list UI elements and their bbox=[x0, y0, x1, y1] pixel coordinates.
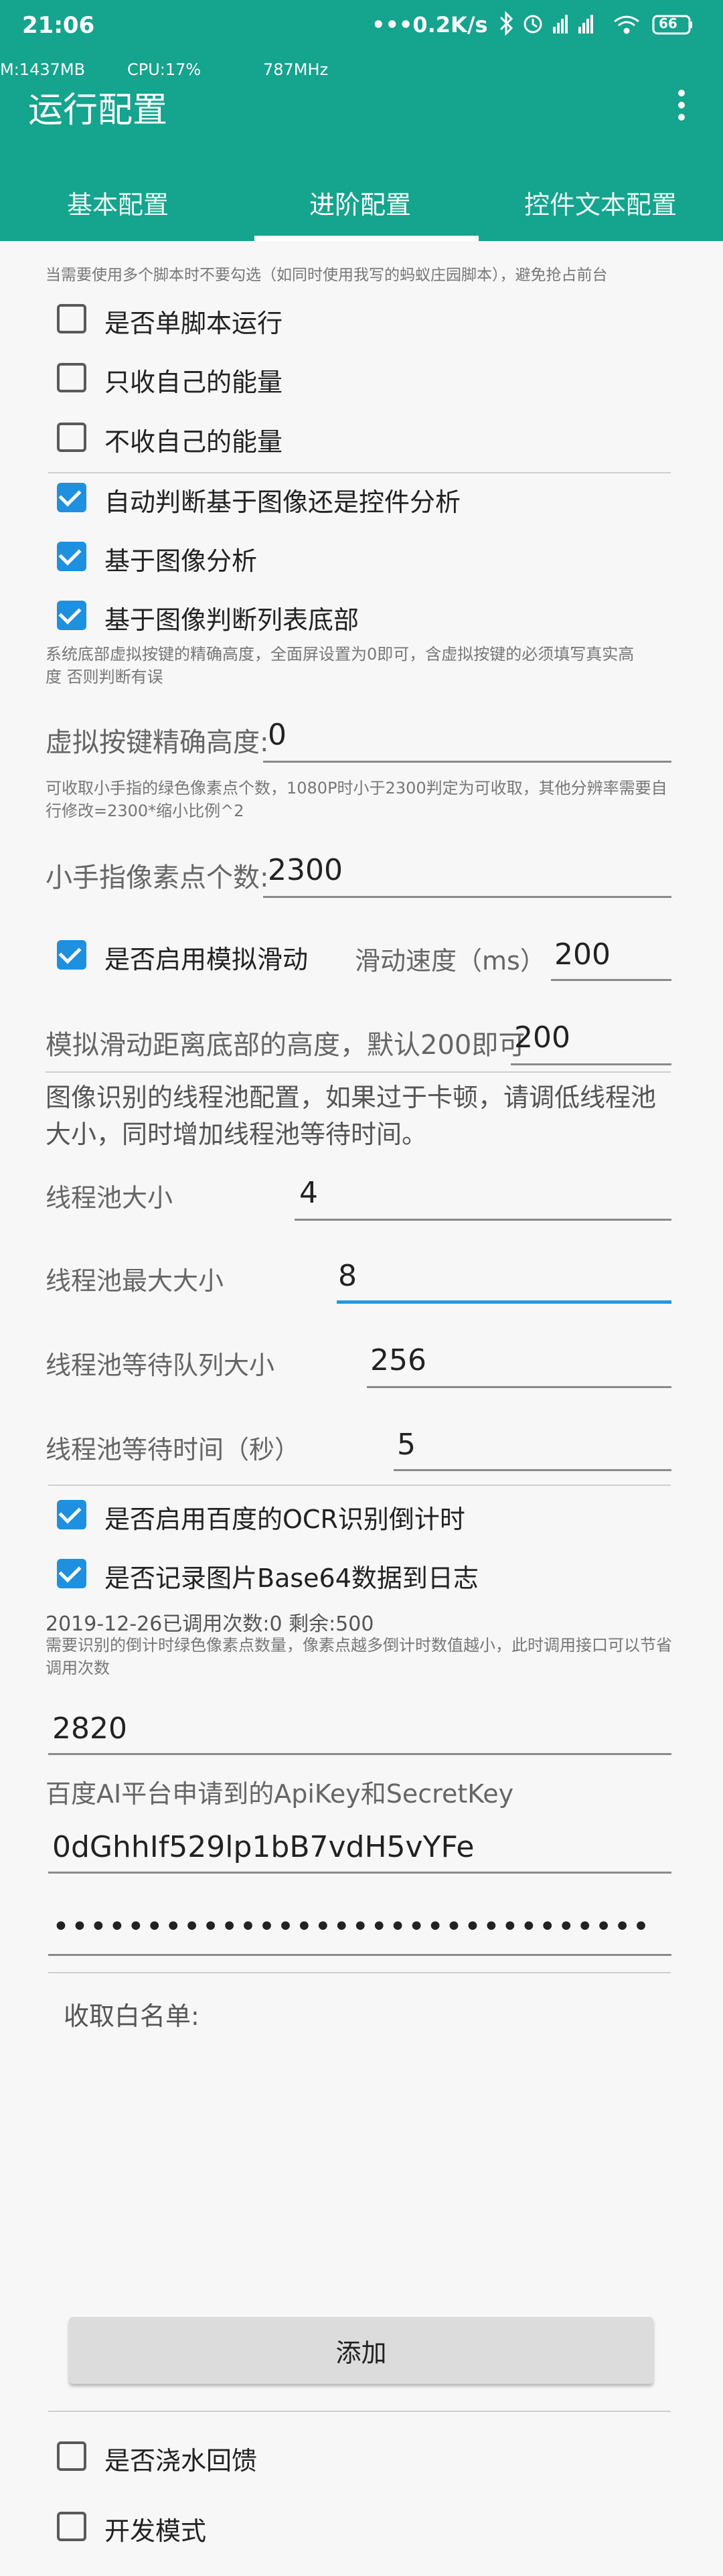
thread-pool-queue-input[interactable]: 256 bbox=[370, 1343, 426, 1377]
virtual-key-label: 虚拟按键精确高度: bbox=[46, 727, 269, 758]
finger-pixels-underline bbox=[263, 896, 671, 898]
checkbox-image-list-bottom[interactable]: 基于图像判断列表底部 bbox=[57, 597, 659, 637]
checkbox-log-base64[interactable]: 是否记录图片Base64数据到日志 bbox=[57, 1555, 659, 1595]
thread-pool-wait-label: 线程池等待时间（秒） bbox=[46, 1435, 301, 1464]
slide-speed-underline bbox=[551, 979, 671, 981]
signal-icon bbox=[578, 15, 593, 33]
checkbox-box[interactable] bbox=[57, 1500, 86, 1529]
checkbox-label: 是否记录图片Base64数据到日志 bbox=[104, 1564, 479, 1593]
thread-pool-size-input[interactable]: 4 bbox=[299, 1176, 318, 1210]
whitelist-label: 收取白名单: bbox=[64, 2001, 199, 2031]
tab-indicator bbox=[254, 236, 479, 241]
hint-countdown-pixels: 需要识别的倒计时绿色像素点数量，像素点越多倒计时数值越小，此时调用接口可以节省调… bbox=[46, 1636, 672, 1677]
thread-pool-size-label: 线程池大小 bbox=[46, 1183, 173, 1213]
tab-advanced-config[interactable]: 进阶配置 bbox=[309, 184, 411, 221]
thread-pool-queue-underline bbox=[367, 1386, 671, 1388]
thread-pool-queue-label: 线程池等待队列大小 bbox=[46, 1351, 275, 1380]
page-title: 运行配置 bbox=[28, 90, 168, 131]
checkbox-image-analysis[interactable]: 基于图像分析 bbox=[57, 538, 659, 578]
status-time: 21:06 bbox=[22, 12, 95, 39]
thread-pool-max-underline bbox=[337, 1300, 671, 1304]
checkbox-watering-feedback[interactable]: 是否浇水回馈 bbox=[57, 2437, 659, 2478]
thread-pool-wait-underline bbox=[394, 1469, 671, 1471]
alarm-icon bbox=[524, 15, 542, 33]
checkbox-label: 自动判断基于图像还是控件分析 bbox=[104, 487, 461, 517]
checkbox-label: 开发模式 bbox=[104, 2516, 207, 2546]
virtual-key-input[interactable]: 0 bbox=[268, 718, 287, 752]
checkbox-baidu-ocr[interactable]: 是否启用百度的OCR识别倒计时 bbox=[57, 1496, 659, 1536]
checkbox-box[interactable] bbox=[57, 483, 86, 512]
slide-speed-input[interactable]: 200 bbox=[554, 937, 611, 972]
checkbox-box[interactable] bbox=[57, 2441, 86, 2471]
checkbox-label: 是否启用模拟滑动 bbox=[104, 945, 309, 974]
debug-freq: 787MHz bbox=[263, 60, 329, 79]
thread-pool-max-label: 线程池最大大小 bbox=[46, 1266, 224, 1296]
checkbox-label: 不收自己的能量 bbox=[104, 427, 283, 457]
bluetooth-icon bbox=[499, 11, 513, 36]
battery-level: 66 bbox=[659, 15, 677, 31]
slide-bottom-underline bbox=[511, 1063, 671, 1065]
checkbox-box[interactable] bbox=[57, 363, 86, 392]
checkbox-single-script[interactable]: 是否单脚本运行 bbox=[57, 300, 659, 340]
api-key-underline bbox=[48, 1872, 671, 1874]
wifi-icon bbox=[614, 15, 639, 34]
checkbox-box[interactable] bbox=[57, 542, 86, 571]
checkbox-skip-own[interactable]: 不收自己的能量 bbox=[57, 419, 659, 459]
divider bbox=[46, 1071, 671, 1073]
checkbox-box[interactable] bbox=[57, 304, 86, 333]
slide-speed-label: 滑动速度（ms） bbox=[355, 946, 546, 976]
finger-pixels-label: 小手指像素点个数: bbox=[46, 862, 269, 893]
add-whitelist-button[interactable]: 添加 bbox=[69, 2317, 653, 2384]
hint-finger-pixels: 可收取小手指的绿色像素点个数，1080P时小于2300判定为可收取，其他分辨率需… bbox=[46, 779, 667, 820]
api-key-input[interactable]: 0dGhhIf529lp1bB7vdH5vYFe bbox=[52, 1830, 474, 1864]
secret-key-input[interactable]: •••••••••••••••••••••••••••••••• bbox=[52, 1910, 651, 1944]
debug-mem: M:1437MB bbox=[0, 60, 86, 79]
thread-pool-size-underline bbox=[295, 1219, 671, 1221]
checkbox-box[interactable] bbox=[57, 2512, 86, 2541]
checkbox-label: 是否启用百度的OCR识别倒计时 bbox=[104, 1505, 465, 1534]
network-speed: •••0.2K/s bbox=[372, 12, 488, 37]
finger-pixels-input[interactable]: 2300 bbox=[268, 853, 343, 887]
checkbox-label: 是否浇水回馈 bbox=[104, 2446, 258, 2476]
status-icons: 66 bbox=[495, 9, 696, 39]
divider bbox=[48, 1485, 671, 1486]
hint-virtual-key: 系统底部虚拟按键的精确高度，全面屏设置为0即可，含虚拟按键的必须填写真实高度 否… bbox=[46, 645, 635, 686]
checkbox-box[interactable] bbox=[57, 1559, 86, 1588]
checkbox-label: 基于图像判断列表底部 bbox=[104, 605, 359, 635]
slide-bottom-label: 模拟滑动距离底部的高度，默认200即可 bbox=[46, 1030, 526, 1061]
signal-hd-icon bbox=[553, 15, 568, 33]
checkbox-label: 是否单脚本运行 bbox=[104, 309, 283, 338]
checkbox-collect-own-only[interactable]: 只收自己的能量 bbox=[57, 359, 659, 399]
divider bbox=[48, 1972, 671, 1973]
tab-basic-config[interactable]: 基本配置 bbox=[67, 184, 169, 221]
more-vert-icon[interactable] bbox=[669, 87, 694, 125]
thread-pool-max-input[interactable]: 8 bbox=[338, 1259, 357, 1293]
app-header: 21:06 •••0.2K/s 66 M:1437MB CPU:17% 787M… bbox=[0, 0, 723, 241]
checkbox-dev-mode[interactable]: 开发模式 bbox=[57, 2508, 659, 2548]
ocr-usage-status: 2019-12-26已调用次数:0 剩余:500 bbox=[46, 1612, 374, 1636]
checkbox-label: 基于图像分析 bbox=[104, 546, 258, 576]
countdown-pixels-input[interactable]: 2820 bbox=[52, 1712, 127, 1746]
thread-pool-hint: 图像识别的线程池配置，如果过于卡顿，请调低线程池大小，同时增加线程池等待时间。 bbox=[46, 1083, 657, 1149]
secret-key-underline bbox=[48, 1954, 671, 1956]
virtual-key-underline bbox=[263, 761, 671, 763]
debug-cpu: CPU:17% bbox=[127, 60, 202, 79]
divider bbox=[48, 2411, 671, 2412]
hint-single-script: 当需要使用多个脚本时不要勾选（如同时使用我写的蚂蚁庄园脚本），避免抢占前台 bbox=[46, 267, 608, 284]
checkbox-box[interactable] bbox=[57, 601, 86, 630]
checkbox-box[interactable] bbox=[57, 940, 86, 970]
thread-pool-wait-input[interactable]: 5 bbox=[397, 1428, 416, 1462]
slide-bottom-input[interactable]: 200 bbox=[514, 1020, 570, 1055]
checkbox-auto-detect-analysis[interactable]: 自动判断基于图像还是控件分析 bbox=[57, 479, 659, 519]
divider bbox=[48, 472, 671, 473]
countdown-pixels-underline bbox=[48, 1753, 671, 1755]
apikey-label: 百度AI平台申请到的ApiKey和SecretKey bbox=[46, 1779, 514, 1809]
checkbox-label: 只收自己的能量 bbox=[104, 368, 283, 397]
checkbox-simulate-slide[interactable]: 是否启用模拟滑动 bbox=[57, 936, 358, 976]
tab-widget-text-config[interactable]: 控件文本配置 bbox=[524, 184, 677, 221]
checkbox-box[interactable] bbox=[57, 423, 86, 452]
